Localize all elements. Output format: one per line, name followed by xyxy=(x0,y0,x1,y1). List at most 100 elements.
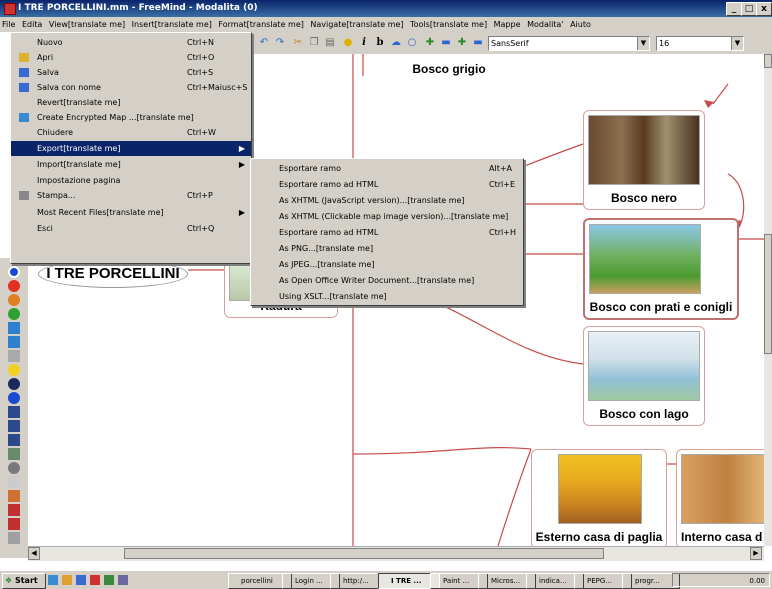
lightbulb-icon[interactable]: ● xyxy=(342,37,354,49)
undo-icon[interactable]: ↶ xyxy=(258,37,270,49)
orange-circle-icon[interactable] xyxy=(8,294,20,306)
cloud-icon[interactable]: ☁ xyxy=(390,37,402,49)
menu-item-revert[interactable]: Revert[translate me] xyxy=(11,95,251,110)
blue-dot-icon[interactable] xyxy=(8,392,20,404)
minimize-button[interactable]: _ xyxy=(726,2,742,16)
zoom-in-icon[interactable]: ✚ xyxy=(424,37,436,49)
menu-item-print[interactable]: Stampa... Ctrl+P xyxy=(11,188,251,203)
bookmark-icon[interactable] xyxy=(8,518,20,530)
browser-icon[interactable] xyxy=(48,575,58,585)
menu-item-import[interactable]: Import[translate me] ▶ xyxy=(11,157,251,172)
cloud-color-icon[interactable]: ○ xyxy=(406,37,418,49)
paste-icon[interactable]: ▤ xyxy=(324,37,336,49)
mail-icon[interactable] xyxy=(8,476,20,488)
submenu-item-jpeg[interactable]: As JPEG...[translate me] xyxy=(251,257,523,273)
ladder-icon[interactable] xyxy=(8,406,20,418)
bosco-lago-image xyxy=(588,331,700,401)
dark-circle-icon[interactable] xyxy=(8,378,20,390)
menu-item-open[interactable]: Apri Ctrl+O xyxy=(11,50,251,65)
fit-icon[interactable]: ▬ xyxy=(440,37,452,49)
scroll-right-button[interactable]: ▶ xyxy=(750,547,762,560)
blue-circle-icon[interactable] xyxy=(8,266,20,278)
node-bosco-nero[interactable]: Bosco nero xyxy=(583,110,705,210)
font-family-select[interactable]: SansSerif ▼ xyxy=(488,36,650,51)
menu-edit[interactable]: Edita xyxy=(20,17,44,32)
submenu-item-export-branch[interactable]: Esportare ramo Alt+A xyxy=(251,161,523,177)
menu-item-page-setup[interactable]: Impostazione pagina xyxy=(11,173,251,188)
bold-icon[interactable]: b xyxy=(374,37,386,49)
scroll-up-button[interactable] xyxy=(764,54,772,68)
menu-format[interactable]: Format[translate me] xyxy=(216,17,305,32)
menu-item-save-as[interactable]: Salva con nome Ctrl+Maiusc+S xyxy=(11,80,251,95)
app-icon[interactable] xyxy=(104,575,114,585)
submenu-item-export-html[interactable]: Esportare ramo ad HTML Ctrl+E xyxy=(251,177,523,193)
submenu-item-xslt[interactable]: Using XSLT...[translate me] xyxy=(251,289,523,305)
arrow-right-icon[interactable] xyxy=(8,336,20,348)
menu-item-exit[interactable]: Esci Ctrl+Q xyxy=(11,221,251,236)
menu-navigate[interactable]: Navigate[translate me] xyxy=(308,17,405,32)
submenu-arrow-icon: ▶ xyxy=(238,160,245,169)
submenu-item-xhtml-map[interactable]: As XHTML (Clickable map image version)..… xyxy=(251,209,523,225)
copy-icon[interactable]: ❐ xyxy=(308,37,320,49)
media-icon[interactable] xyxy=(90,575,100,585)
expand-icon[interactable]: ✚ xyxy=(456,37,468,49)
start-button[interactable]: ❖ Start xyxy=(2,573,46,589)
vertical-scrollbar[interactable] xyxy=(764,54,772,546)
font-size-select[interactable]: 16 ▼ xyxy=(656,36,744,51)
menu-maps[interactable]: Mappe xyxy=(492,17,523,32)
folder-icon[interactable] xyxy=(62,575,72,585)
submenu-item-export-html-2[interactable]: Esportare ramo ad HTML Ctrl+H xyxy=(251,225,523,241)
horizontal-scroll-thumb[interactable] xyxy=(124,548,604,559)
menu-item-export[interactable]: Export[translate me] ▶ xyxy=(11,141,251,156)
home-icon[interactable] xyxy=(8,420,20,432)
clock[interactable]: 0.00 xyxy=(749,577,765,585)
export-submenu: Esportare ramo Alt+A Esportare ramo ad HT… xyxy=(250,158,524,306)
pen-icon[interactable] xyxy=(8,504,20,516)
music-icon[interactable] xyxy=(8,434,20,446)
quick-launch xyxy=(48,574,218,586)
search-icon[interactable] xyxy=(8,462,20,474)
close-button[interactable]: x xyxy=(756,2,772,16)
node-esterno-paglia[interactable]: Esterno casa di paglia xyxy=(531,449,667,546)
arrow-left-icon[interactable] xyxy=(8,322,20,334)
node-root[interactable]: I TRE PORCELLINI xyxy=(38,260,188,288)
menu-item-close[interactable]: Chiudere Ctrl+W xyxy=(11,125,251,140)
key-icon[interactable] xyxy=(8,490,20,502)
vertical-scroll-thumb[interactable] xyxy=(764,234,772,354)
flag-icon[interactable] xyxy=(8,448,20,460)
horizontal-scrollbar[interactable]: ◀ ▶ xyxy=(28,546,764,561)
node-bosco-lago[interactable]: Bosco con lago xyxy=(583,326,705,426)
menu-view[interactable]: View[translate me] xyxy=(47,17,127,32)
menu-mode[interactable]: Modalita' xyxy=(525,17,565,32)
menu-insert[interactable]: Insert[translate me] xyxy=(130,17,214,32)
windows-logo-icon: ❖ xyxy=(5,576,13,585)
menu-file[interactable]: File xyxy=(0,17,17,32)
submenu-item-png[interactable]: As PNG...[translate me] xyxy=(251,241,523,257)
submenu-arrow-icon: ▶ xyxy=(238,208,245,217)
desktop-icon[interactable] xyxy=(76,575,86,585)
menu-help[interactable]: Aiuto xyxy=(568,17,593,32)
menu-tools[interactable]: Tools[translate me] xyxy=(408,17,489,32)
red-circle-icon[interactable] xyxy=(8,280,20,292)
scroll-left-button[interactable]: ◀ xyxy=(28,547,40,560)
menu-item-save[interactable]: Salva Ctrl+S xyxy=(11,65,251,80)
tool-icon[interactable] xyxy=(118,575,128,585)
zoom-out-icon[interactable]: ▬ xyxy=(472,37,484,49)
cut-icon[interactable]: ✂ xyxy=(292,37,304,49)
redo-icon[interactable]: ↷ xyxy=(274,37,286,49)
menu-item-encrypted[interactable]: Create Encrypted Map ...[translate me] xyxy=(11,110,251,125)
restore-button[interactable]: □ xyxy=(741,2,757,16)
italic-icon[interactable]: i xyxy=(358,37,370,49)
node-bosco-prati[interactable]: Bosco con prati e conigli xyxy=(583,218,739,320)
smiley-icon[interactable] xyxy=(8,364,20,376)
submenu-arrow-icon: ▶ xyxy=(238,144,245,153)
submenu-item-xhtml-js[interactable]: As XHTML (JavaScript version)...[transla… xyxy=(251,193,523,209)
submenu-item-openoffice[interactable]: As Open Office Writer Document...[transl… xyxy=(251,273,523,289)
menu-item-recent[interactable]: Most Recent Files[translate me] ▶ xyxy=(11,205,251,220)
node-interno-casa[interactable]: Interno casa d xyxy=(676,449,764,546)
menu-item-new[interactable]: Nuovo Ctrl+N xyxy=(11,35,251,50)
paperclip-icon[interactable] xyxy=(8,532,20,544)
node-bosco-grigio[interactable]: Bosco grigio xyxy=(393,58,505,80)
pencil-icon[interactable] xyxy=(8,350,20,362)
green-circle-icon[interactable] xyxy=(8,308,20,320)
